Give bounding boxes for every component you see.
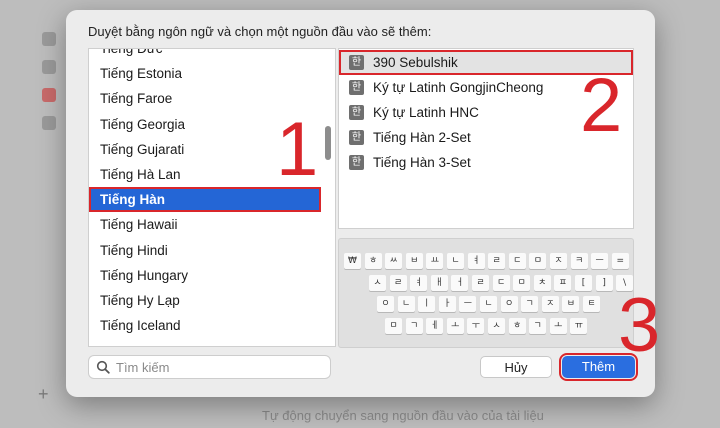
step-annotation-2: 2 [580,63,623,148]
keyboard-key: ㄱ [521,296,539,312]
language-item[interactable]: Tiếng Estonia [89,61,321,86]
keyboard-key: ㅛ [426,253,444,269]
keyboard-key: ㄹ [488,253,506,269]
keyboard-key: ㅂ [405,253,423,269]
keyboard-key: ㄱ [405,318,423,334]
keyboard-key: ㅋ [570,253,588,269]
keyboard-key: ㅁ [385,318,402,334]
keyboard-key: ㅈ [550,253,567,269]
keyboard-key: ㄹ [472,275,489,291]
keyboard-key: ㅁ [529,253,547,269]
dialog-title: Duyệt bằng ngôn ngữ và chọn một nguồn đầ… [88,24,432,39]
keyboard-key: [ [575,275,592,291]
keyboard-key: ㄴ [447,253,464,269]
scrollbar-thumb[interactable] [325,126,331,160]
keyboard-key: ㅍ [554,275,572,291]
background-plus-icon: + [38,384,49,404]
hangul-input-icon: 한 [349,130,364,145]
hangul-input-icon: 한 [349,105,364,120]
keyboard-key: ㅎ [508,318,526,334]
keyboard-key: ㅇ [500,296,518,312]
language-item[interactable]: Tiếng Hungary [89,263,321,288]
keyboard-key: ㄴ [397,296,415,312]
input-source-label: Ký tự Latinh HNC [373,105,479,120]
language-list[interactable]: Tiếng Đức Tiếng Estonia Tiếng Faroe Tiếng G… [88,48,336,347]
keyboard-layout-preview: ₩ ㅎㅆㅂㅛㄴㅕㄹㄷㅁㅈㅋㅡ = ㅅㄹㅕㅐㅓㄹㄷㅁㅊㅍ[] \ ㅇㄴㅣㅏㅡㄴㅇㄱㅈㅂㅌㅁㄱ… [338,238,634,348]
add-input-source-dialog: Duyệt bằng ngôn ngữ và chọn một nguồn đầ… [66,10,655,397]
keyboard-key: ㅌ [583,296,600,312]
input-source-label: Tiếng Hàn 2-Set [373,130,471,145]
keyboard-key: = [611,253,629,269]
keyboard-key: ₩ [344,253,361,269]
keyboard-key: ㅗ [549,318,567,334]
language-item[interactable]: Tiếng Hindi [89,238,321,263]
search-icon [96,360,110,374]
keyboard-key: ㅈ [541,296,559,312]
keyboard-key: ㅎ [364,253,382,269]
input-source-label: 390 Sebulshik [373,55,458,70]
search-input[interactable] [116,358,326,376]
keyboard-key: ㅏ [438,296,456,312]
keyboard-key: ㅡ [591,253,609,269]
keyboard-key: ㄷ [508,253,526,269]
keyboard-key: ㅂ [562,296,580,312]
background-app-icon [42,60,56,74]
keyboard-key: ㅊ [533,275,551,291]
background-app-icon [42,116,56,130]
keyboard-key: ] [595,275,613,291]
step-annotation-3: 3 [618,283,661,368]
keyboard-key: ㅜ [467,318,485,334]
hangul-input-icon: 한 [349,80,364,95]
cancel-button[interactable]: Hủy [480,356,552,378]
keyboard-key: ㅐ [430,275,448,291]
keyboard-key: ㅠ [570,318,588,334]
keyboard-key: ㄱ [529,318,547,334]
background-hint-text: Tự động chuyển sang nguồn đầu vào của tà… [262,408,544,423]
background-app-icon [42,88,56,102]
language-item[interactable]: Tiếng Iceland [89,313,321,338]
language-item[interactable]: Tiếng Đức [89,49,321,61]
background-app-icon [42,32,56,46]
keyboard-key: ㅇ [377,296,394,312]
keyboard-key: ㅓ [451,275,469,291]
keyboard-key: ㅡ [459,296,477,312]
input-source-label: Ký tự Latinh GongjinCheong [373,80,544,95]
keyboard-key: ㅕ [467,253,485,269]
language-item[interactable]: Tiếng Hy Lạp [89,288,321,313]
keyboard-key: ㅣ [418,296,436,312]
step-annotation-1: 1 [276,107,319,192]
keyboard-key: ㅁ [513,275,531,291]
keyboard-key: ㅅ [369,275,386,291]
input-source-label: Tiếng Hàn 3-Set [373,155,471,170]
language-item[interactable]: Tiếng Hawaii [89,212,321,237]
keyboard-key: ㄹ [389,275,407,291]
search-box[interactable] [88,355,331,379]
hangul-input-icon: 한 [349,155,364,170]
keyboard-key: ㄷ [492,275,510,291]
keyboard-key: ㅕ [410,275,428,291]
keyboard-key: ㄴ [480,296,497,312]
keyboard-key: ㅅ [488,318,505,334]
keyboard-key: ㅆ [385,253,403,269]
keyboard-key: ㅔ [426,318,444,334]
hangul-input-icon: 한 [349,55,364,70]
language-list-scrollbar[interactable] [320,49,335,346]
input-source-item[interactable]: 한 Tiếng Hàn 3-Set [339,150,633,175]
keyboard-key: ㅗ [446,318,464,334]
